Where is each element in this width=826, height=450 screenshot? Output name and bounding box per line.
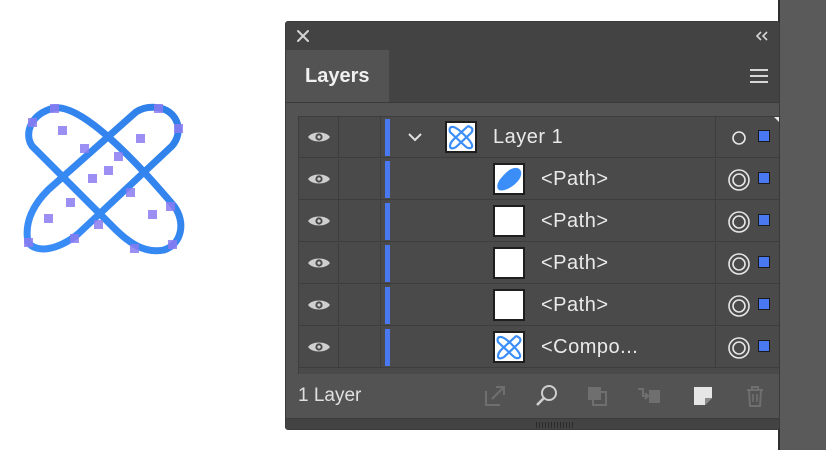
sublayer-name-cell[interactable]: <Compo... [393, 327, 716, 368]
target-double-circle-icon[interactable] [727, 336, 751, 360]
visibility-toggle[interactable] [299, 327, 339, 368]
tab-layers[interactable]: Layers [286, 50, 389, 102]
layer-name-cell[interactable]: Layer 1 [393, 117, 716, 158]
selection-indicator[interactable] [758, 214, 770, 226]
chevron-down-icon[interactable] [407, 130, 423, 144]
path-thumbnail [493, 163, 525, 195]
compound-path-thumb-icon [496, 335, 522, 360]
sublayer-name[interactable]: <Path> [541, 159, 609, 200]
sublayer-name[interactable]: <Path> [541, 243, 609, 284]
layer-name[interactable]: Layer 1 [493, 117, 563, 158]
lock-toggle[interactable] [339, 201, 381, 242]
path-thumbnail [493, 289, 525, 321]
panel-tab-bar: Layers [286, 50, 779, 103]
target-double-circle-icon[interactable] [727, 168, 751, 192]
locate-object-icon[interactable] [534, 383, 560, 409]
lock-toggle[interactable] [339, 243, 381, 284]
resize-grip[interactable] [536, 422, 574, 428]
selection-indicator[interactable] [758, 256, 770, 268]
compound-path-thumbnail [493, 331, 525, 363]
blue-shape-thumb-icon [497, 167, 522, 191]
trash-icon[interactable] [742, 383, 768, 409]
eye-icon[interactable] [306, 128, 332, 146]
eye-icon[interactable] [306, 296, 332, 314]
visibility-toggle[interactable] [299, 159, 339, 200]
selected-artwork[interactable] [18, 94, 190, 266]
compound-path-thumb-icon [448, 125, 474, 150]
make-clipping-mask-icon[interactable] [584, 383, 610, 409]
target-circle-icon[interactable] [727, 126, 751, 150]
sublayer-name[interactable]: <Compo... [541, 327, 638, 368]
sublayer-row[interactable]: <Path> [299, 159, 779, 200]
selection-indicator[interactable] [758, 340, 770, 352]
path-thumbnail [493, 205, 525, 237]
target-double-circle-icon[interactable] [727, 210, 751, 234]
layer-color-bar [385, 119, 390, 156]
layer-row[interactable]: Layer 1 [299, 117, 779, 158]
panel-titlebar[interactable] [286, 22, 779, 50]
close-icon[interactable] [294, 27, 312, 45]
selection-corner-indicator [774, 117, 779, 128]
visibility-toggle[interactable] [299, 243, 339, 284]
export-icon[interactable] [482, 383, 508, 409]
eye-icon[interactable] [306, 212, 332, 230]
visibility-toggle[interactable] [299, 117, 339, 158]
lock-toggle[interactable] [339, 327, 381, 368]
selection-indicator[interactable] [758, 130, 770, 142]
neighboring-panel-edge [778, 0, 826, 450]
panel-resize-bar[interactable] [286, 418, 779, 429]
sublayer-name-cell[interactable]: <Path> [393, 285, 716, 326]
layer-count-label: 1 Layer [298, 385, 362, 406]
lock-toggle[interactable] [339, 159, 381, 200]
sublayer-row[interactable]: <Path> [299, 201, 779, 242]
sublayer-name[interactable]: <Path> [541, 201, 609, 242]
sublayer-name-cell[interactable]: <Path> [393, 243, 716, 284]
panel-menu-icon[interactable] [749, 68, 769, 84]
visibility-toggle[interactable] [299, 285, 339, 326]
visibility-toggle[interactable] [299, 201, 339, 242]
new-layer-icon[interactable] [690, 383, 716, 409]
lock-toggle[interactable] [339, 117, 381, 158]
lock-toggle[interactable] [339, 285, 381, 326]
layer-color-bar [385, 161, 390, 198]
layers-panel: Layers Layer 1 <Path> <Path> <Path> <Pat… [285, 21, 780, 430]
sublayer-row[interactable]: <Compo... [299, 327, 779, 368]
layer-color-bar [385, 329, 390, 366]
layer-color-bar [385, 203, 390, 240]
sublayer-name-cell[interactable]: <Path> [393, 159, 716, 200]
sublayer-row[interactable]: <Path> [299, 285, 779, 326]
layer-color-bar [385, 245, 390, 282]
path-thumbnail [493, 247, 525, 279]
sublayer-name[interactable]: <Path> [541, 285, 609, 326]
layer-thumbnail [445, 121, 477, 153]
layer-color-bar [385, 287, 390, 324]
eye-icon[interactable] [306, 254, 332, 272]
eye-icon[interactable] [306, 170, 332, 188]
panel-footer: 1 Layer [286, 374, 779, 418]
eye-icon[interactable] [306, 338, 332, 356]
create-sublayer-icon[interactable] [636, 383, 662, 409]
collapse-panel-icon[interactable] [753, 28, 771, 44]
layers-list[interactable]: Layer 1 <Path> <Path> <Path> <Path> <Com… [298, 116, 779, 376]
sublayer-row[interactable]: <Path> [299, 243, 779, 284]
selection-indicator[interactable] [758, 298, 770, 310]
target-double-circle-icon[interactable] [727, 252, 751, 276]
sublayer-name-cell[interactable]: <Path> [393, 201, 716, 242]
target-double-circle-icon[interactable] [727, 294, 751, 318]
selection-indicator[interactable] [758, 172, 770, 184]
